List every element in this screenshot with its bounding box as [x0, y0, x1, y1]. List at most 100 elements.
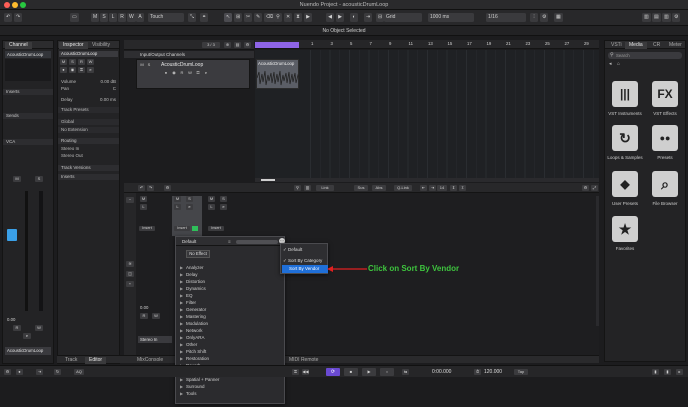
left-zone-toggle-icon[interactable]: ▥	[642, 13, 651, 22]
transport-tempo-field[interactable]: 120.000	[484, 369, 502, 375]
section-vca[interactable]: VCA	[3, 139, 53, 145]
global-select[interactable]: Global	[58, 119, 119, 125]
link-button[interactable]: Link	[316, 185, 334, 191]
expand-icon[interactable]: ⇕	[450, 185, 457, 191]
inspector-record-icon[interactable]: ●	[60, 67, 67, 73]
tab-mixconsole[interactable]: MixConsole	[133, 357, 167, 364]
scrollbar-thumb[interactable]	[261, 179, 275, 181]
mixer-fx-filter-icon[interactable]: ⌁	[126, 281, 134, 287]
track-write-button[interactable]: W	[187, 70, 193, 75]
mixer-settings-icon[interactable]: ⚙	[164, 185, 171, 191]
horizontal-scrollbar[interactable]	[255, 178, 599, 182]
extension-select[interactable]: No Extension	[58, 127, 119, 133]
auto-quantize-button[interactable]: AQ	[74, 369, 84, 375]
track-mute-button[interactable]: M	[139, 62, 145, 67]
strip3-insert-slot[interactable]: Insert	[208, 226, 224, 231]
strip3-listen-button[interactable]: L	[208, 204, 215, 210]
strip3-solo-button[interactable]: S	[220, 196, 227, 202]
channel-read-button[interactable]: R	[13, 325, 21, 331]
channel-solo-button[interactable]: S	[35, 176, 43, 182]
tab-midi-remote[interactable]: MIDI Remote	[285, 357, 322, 364]
cycle-range-bar[interactable]	[255, 42, 299, 48]
tool-mute-icon[interactable]: ✕	[284, 13, 293, 22]
mixer-undo-icon[interactable]: ↶	[138, 185, 145, 191]
mixer-redo-icon[interactable]: ↷	[147, 185, 154, 191]
redo-icon[interactable]: ↷	[14, 13, 23, 22]
channel-write-button[interactable]: W	[35, 325, 43, 331]
tab-meter[interactable]: Meter	[665, 42, 686, 49]
sus-button[interactable]: Sus	[354, 185, 368, 191]
inspector-row-pan[interactable]: Pan C	[58, 86, 119, 92]
routing-input-select[interactable]: Stereo In	[58, 146, 119, 152]
transport-stop-button[interactable]: ■	[344, 368, 358, 376]
tab-media[interactable]: Media	[625, 42, 647, 49]
section-inserts[interactable]: Inserts	[3, 89, 53, 95]
transport-punch-icon[interactable]: ⇥	[36, 369, 43, 375]
track-record-icon[interactable]: ●	[163, 70, 169, 75]
plugin-category-item[interactable]: ▶ Restoration	[176, 355, 276, 362]
tool-select-icon[interactable]: ↖	[224, 13, 233, 22]
section-track-versions[interactable]: Track Versions	[58, 165, 119, 171]
transport-time-display[interactable]: 0:00.000	[432, 369, 451, 375]
quantize-settings-icon[interactable]: ⚙	[540, 13, 549, 22]
toolbar-button-w[interactable]: W	[127, 13, 136, 22]
set-up-window-icon[interactable]: ⚙	[672, 13, 681, 22]
tool-link-icon[interactable]: ⚭	[200, 13, 209, 22]
strip2-solo-button[interactable]: S	[186, 196, 193, 202]
mixer-search-icon[interactable]: ⚲	[294, 185, 301, 191]
tool-split-icon[interactable]: ✂	[244, 13, 253, 22]
plugin-search-field[interactable]	[236, 240, 278, 244]
audio-track-header[interactable]: M S AcousticDrumLoop ● ◉ R W ⚿ e	[136, 59, 250, 89]
media-tile-vst-effects[interactable]: FX VST Effects	[645, 81, 685, 127]
automation-mode-select[interactable]: Touch	[148, 13, 184, 22]
plugin-category-item[interactable]: ▶ Spatial + Panner	[176, 376, 276, 383]
tool-object-icon[interactable]: ⤡	[188, 13, 197, 22]
mixer-zones-icon[interactable]: ▥	[304, 185, 311, 191]
toolbar-button-s[interactable]: S	[100, 13, 108, 22]
plugin-category-item[interactable]: ▶ Generator	[176, 306, 276, 313]
transport-record-mode-icon[interactable]: ●	[16, 369, 23, 375]
inspector-lock-icon[interactable]: ⚿	[78, 67, 85, 73]
strip1-listen-button[interactable]: L	[140, 204, 147, 210]
inspector-solo-button[interactable]: S	[69, 59, 76, 65]
plugin-category-item[interactable]: ▶ Analyzer	[176, 264, 276, 271]
tab-track[interactable]: Track	[61, 357, 81, 364]
undo-icon[interactable]: ↶	[4, 13, 13, 22]
track-edit-icon[interactable]: e	[203, 70, 209, 75]
menu-item-sort-by-category[interactable]: ✓ Sort By Category	[283, 257, 327, 264]
folder-track-input-output[interactable]: Input/Output Channels	[124, 51, 254, 58]
plugin-list-view-icon[interactable]: ≡	[228, 239, 231, 244]
plugin-category-item[interactable]: ▶ Tools	[176, 390, 276, 397]
inspector-write-button[interactable]: W	[87, 59, 94, 65]
track-presets-field[interactable]: Track Presets	[58, 107, 119, 113]
transport-play-button[interactable]: ▶	[362, 368, 376, 376]
strip3-edit-icon[interactable]: e	[220, 204, 227, 210]
tab-visibility[interactable]: Visibility	[88, 42, 114, 49]
plugin-category-item[interactable]: ▶ Mastering	[176, 313, 276, 320]
plugin-category-item[interactable]: ▶ Dynamics	[176, 285, 276, 292]
channel-width-narrow-icon[interactable]: ⇤	[420, 185, 427, 191]
media-tile-user-presets[interactable]: ◆ User Presets	[605, 171, 645, 217]
transport-settings-icon[interactable]: ⚙	[4, 369, 11, 375]
inspector-row-volume[interactable]: Volume 0.00 dB	[58, 79, 119, 85]
ruler[interactable]: 1 3 5 7 9 11 13 15 17 19 21 23 25 27 29	[255, 40, 599, 49]
plugin-category-item[interactable]: ▶ Other	[176, 341, 276, 348]
inspector-read-button[interactable]: R	[78, 59, 85, 65]
inspector-edit-icon[interactable]: e	[87, 67, 94, 73]
media-tile-presets[interactable]: ●● Presets	[645, 125, 685, 171]
channel-width-wide-icon[interactable]: ⇥	[429, 185, 436, 191]
track-read-button[interactable]: R	[179, 70, 185, 75]
channel-edit-button[interactable]: e	[23, 333, 31, 339]
media-tile-file-browser[interactable]: ⌕ File Browser	[645, 171, 685, 217]
strip1-write-button[interactable]: W	[152, 313, 160, 319]
plugin-category-item[interactable]: ▶ Modulation	[176, 320, 276, 327]
menu-item-sort-by-vendor[interactable]: Sort By Vendor	[282, 265, 328, 273]
plugin-collection-select[interactable]: Default	[182, 239, 196, 244]
plugin-category-item[interactable]: ▶ Surround	[176, 383, 276, 390]
abs-button[interactable]: Abs	[372, 185, 386, 191]
transport-time-format-icon[interactable]: ⏱	[474, 369, 481, 375]
plugin-category-item[interactable]: ▶ Delay	[176, 271, 276, 278]
tool-range-icon[interactable]: ⊞	[234, 13, 243, 22]
strip1-mute-button[interactable]: M	[140, 196, 147, 202]
strip1-read-button[interactable]: R	[140, 313, 148, 319]
